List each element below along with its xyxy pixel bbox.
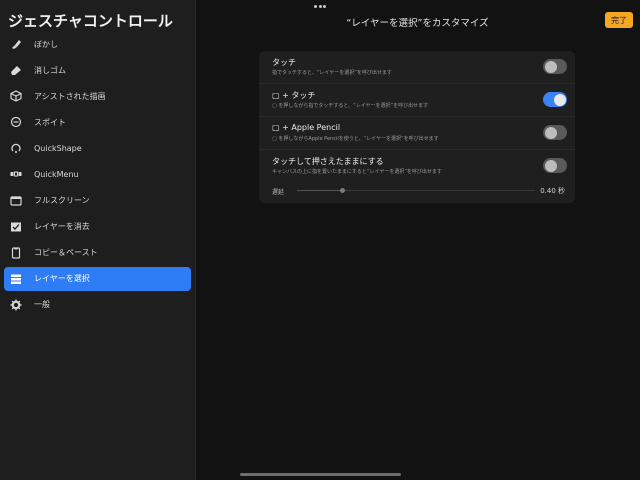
sidebar-title: ジェスチャコントロール [8, 12, 173, 30]
modifier-pencil-toggle[interactable] [543, 125, 567, 140]
sidebar-item-label: 消しゴム [34, 65, 66, 75]
slider-thumb[interactable] [340, 188, 346, 193]
sidebar-item-label: 一般 [34, 300, 50, 310]
sidebar-item-fullscreen[interactable]: フルスクリーン [4, 189, 191, 213]
settings-panel: タッチ 指でタッチすると、“レイヤーを選択”を呼び出せます ▢ + タッチ ▢ … [259, 51, 575, 203]
sidebar-item-copy-paste[interactable]: コピー＆ペースト [4, 241, 191, 265]
sidebar: ジェスチャコントロール ぼかし 消しゴム アシストされた描画 スポイト Quic… [0, 0, 196, 480]
delay-value: 0.40 秒 [540, 187, 565, 195]
sidebar-item-label: レイヤーを選択 [34, 274, 90, 284]
setting-title: タッチ [272, 58, 296, 67]
sidebar-item-label: QuickShape [34, 143, 82, 153]
setting-row-touch: タッチ 指でタッチすると、“レイヤーを選択”を呼び出せます [259, 51, 575, 84]
eyedropper-icon [10, 116, 22, 128]
multitasking-handle[interactable] [314, 4, 326, 8]
sidebar-item-quickmenu[interactable]: QuickMenu [4, 162, 191, 186]
sidebar-item-label: レイヤーを消去 [34, 222, 90, 232]
setting-row-modifier-touch: ▢ + タッチ ▢ を押しながら指でタッチすると、“レイヤーを選択”を呼び出せま… [259, 84, 575, 117]
setting-row-modifier-pencil: ▢ + Apple Pencil ▢ を押しながらApple Pencilを使う… [259, 117, 575, 150]
sidebar-item-assisted-drawing[interactable]: アシストされた描画 [4, 84, 191, 108]
eraser-icon [10, 64, 22, 76]
sidebar-item-eyedropper[interactable]: スポイト [4, 110, 191, 134]
delay-slider[interactable] [297, 188, 535, 193]
sidebar-item-general[interactable]: 一般 [4, 293, 191, 317]
sidebar-item-label: アシストされた描画 [34, 91, 106, 101]
sidebar-item-clear-layer[interactable]: レイヤーを消去 [4, 215, 191, 239]
setting-description: ▢ を押しながら指でタッチすると、“レイヤーを選択”を呼び出せます [272, 103, 429, 109]
smudge-brush-icon [10, 38, 22, 50]
sidebar-item-label: ぼかし [34, 39, 58, 49]
quickmenu-icon [10, 168, 22, 180]
page-title: “レイヤーを選択”をカスタマイズ [346, 18, 489, 29]
sidebar-item-label: フルスクリーン [34, 196, 90, 206]
setting-description: 指でタッチすると、“レイヤーを選択”を呼び出せます [272, 70, 392, 76]
sidebar-item-smudge[interactable]: ぼかし [4, 32, 191, 56]
sidebar-item-eraser[interactable]: 消しゴム [4, 58, 191, 82]
slider-fill [297, 190, 343, 191]
sidebar-item-quickshape[interactable]: QuickShape [4, 136, 191, 160]
toggle-knob [553, 93, 566, 106]
sidebar-item-label: コピー＆ペースト [34, 248, 98, 258]
touch-toggle[interactable] [543, 59, 567, 74]
toggle-knob [544, 60, 557, 73]
handle-dot [314, 4, 317, 8]
modifier-touch-toggle[interactable] [543, 92, 567, 107]
sidebar-item-label: QuickMenu [34, 169, 79, 179]
sidebar-item-label: スポイト [34, 117, 66, 127]
delay-label: 遅延 [272, 189, 285, 196]
toggle-knob [544, 126, 557, 139]
setting-title: ▢ + Apple Pencil [272, 123, 341, 132]
gear-icon [10, 299, 22, 311]
setting-title: タッチして押さえたままにする [272, 157, 384, 166]
setting-description: キャンバスの上に指を置いたままにすると“レイヤーを選択”を呼び出せます [272, 169, 442, 175]
clear-layer-icon [10, 221, 22, 233]
fullscreen-icon [10, 195, 22, 207]
handle-dot [323, 4, 326, 8]
done-button[interactable]: 完了 [605, 12, 633, 28]
assisted-drawing-icon [10, 90, 22, 102]
sidebar-nav: ぼかし 消しゴム アシストされた描画 スポイト QuickShape Quick… [4, 32, 191, 319]
touch-hold-toggle[interactable] [543, 158, 567, 173]
handle-dot [318, 4, 322, 8]
quickshape-icon [10, 142, 22, 154]
select-layer-icon [10, 273, 22, 285]
setting-description: ▢ を押しながらApple Pencilを使うと、“レイヤーを選択”を呼び出せま… [272, 136, 439, 142]
sidebar-item-select-layer[interactable]: レイヤーを選択 [4, 266, 191, 291]
setting-title: ▢ + タッチ [272, 91, 316, 100]
copy-paste-icon [10, 247, 22, 259]
home-indicator[interactable] [240, 473, 401, 476]
toggle-knob [544, 159, 557, 172]
setting-row-touch-hold: タッチして押さえたままにする キャンバスの上に指を置いたままにすると“レイヤーを… [259, 150, 575, 183]
